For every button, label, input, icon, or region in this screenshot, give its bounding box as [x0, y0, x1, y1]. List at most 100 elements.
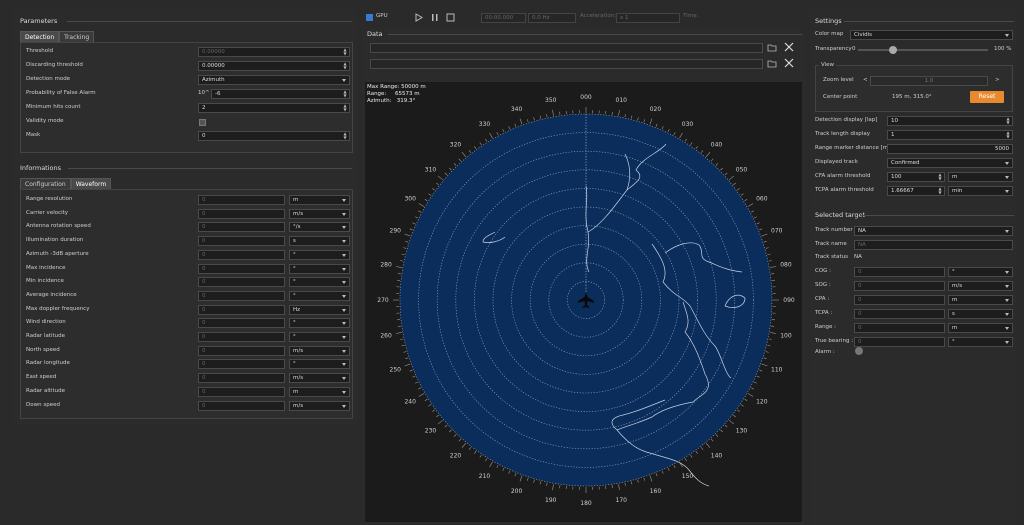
info-unit-select[interactable]: m	[289, 386, 350, 397]
info-value-field[interactable]: 0	[198, 236, 285, 247]
transparency-slider-track[interactable]	[858, 49, 988, 51]
info-unit-select[interactable]: °	[289, 332, 350, 342]
validity-mode-checkbox[interactable]	[199, 119, 206, 126]
frequency-field[interactable]: 0.0 Hz	[528, 13, 576, 23]
data-file-input-2[interactable]	[370, 59, 763, 69]
info-row-label: Illumination duration	[26, 237, 84, 244]
stop-icon[interactable]	[446, 13, 455, 22]
info-unit-select[interactable]: °	[289, 290, 350, 301]
info-unit-select[interactable]: Hz	[289, 304, 350, 315]
info-value-field[interactable]: 0	[198, 263, 285, 274]
acceleration-select[interactable]: x 1	[616, 13, 680, 23]
info-unit-select[interactable]: m/s	[289, 373, 350, 384]
info-value-field[interactable]: 0	[198, 195, 285, 205]
spin-arrows-icon[interactable]: ▲ ▼	[1005, 117, 1011, 125]
info-unit-select[interactable]: °/s	[289, 222, 350, 233]
info-unit-select[interactable]: m/s	[289, 400, 350, 411]
spin-arrows-icon[interactable]: ▲ ▼	[342, 48, 348, 56]
settings-field[interactable]: 1 ▲ ▼	[887, 130, 1013, 140]
settings-field[interactable]: 10 ▲ ▼	[887, 116, 1013, 126]
target-unit-select[interactable]: °	[948, 337, 1013, 347]
target-unit-select[interactable]: s	[948, 309, 1013, 319]
info-value-field[interactable]: 0	[198, 400, 285, 411]
folder-open-icon[interactable]	[767, 59, 777, 68]
detection-field[interactable]: -6 ▲ ▼	[211, 89, 350, 99]
info-value-field[interactable]: 0	[198, 208, 285, 219]
target-value-field[interactable]: 0	[854, 309, 945, 319]
spin-arrows-icon[interactable]: ▲ ▼	[1005, 131, 1011, 139]
transparency-slider-handle[interactable]	[889, 46, 898, 54]
data-file-input-1[interactable]	[370, 43, 763, 53]
zoom-level-field[interactable]: 1.0	[870, 76, 988, 86]
info-value-field[interactable]: 0	[198, 290, 285, 301]
info-unit-select[interactable]: m	[289, 195, 350, 205]
spin-arrows-icon[interactable]: ▲ ▼	[342, 62, 348, 70]
spin-arrows-icon[interactable]: ▲ ▼	[937, 173, 943, 181]
bearing-tick	[690, 454, 693, 458]
detection-field[interactable]: 0 ▲ ▼	[198, 131, 350, 141]
tab-detection[interactable]: Detection	[20, 31, 60, 42]
detection-box: Threshold 0.00000 ▲ ▼ Discarding threshold 0.…	[20, 42, 353, 153]
spin-arrows-icon[interactable]: ▲ ▼	[342, 104, 348, 112]
target-value-field[interactable]: 0	[854, 323, 945, 333]
info-value-field[interactable]: 0	[198, 249, 285, 260]
track-name-field[interactable]: NA	[854, 240, 1013, 250]
detection-field[interactable]: Azimuth	[198, 75, 350, 85]
radar-ppi[interactable]: 000 010 020 030 040 050 060 070 080 090 100 110 120 1…	[365, 82, 802, 522]
close-icon[interactable]	[784, 42, 794, 52]
reset-button[interactable]: Reset	[970, 91, 1004, 103]
info-unit-select[interactable]: °	[289, 249, 350, 260]
close-icon[interactable]	[784, 58, 794, 68]
info-value-field[interactable]: 0	[198, 332, 285, 342]
info-value-field[interactable]: 0	[198, 359, 285, 370]
radar-view[interactable]: 000 010 020 030 040 050 060 070 080 090 100 110 120 1…	[365, 82, 802, 522]
info-value-field[interactable]: 0	[198, 386, 285, 397]
settings-field[interactable]: 5000	[887, 144, 1013, 154]
info-unit-select[interactable]: °	[289, 318, 350, 329]
info-value-field[interactable]: 0	[198, 318, 285, 329]
settings-field[interactable]: 1.66667 ▲ ▼	[887, 186, 945, 196]
info-unit-select[interactable]: °	[289, 359, 350, 370]
settings-unit-select[interactable]: m	[948, 172, 1013, 182]
info-unit-select[interactable]: m/s	[289, 345, 350, 356]
spin-arrows-icon[interactable]: ▲ ▼	[342, 132, 348, 140]
target-unit-select[interactable]: m	[948, 295, 1013, 305]
target-value-field[interactable]: 0	[854, 337, 945, 347]
settings-field[interactable]: Confirmed	[887, 158, 1013, 168]
info-value-field[interactable]: 0	[198, 222, 285, 233]
detection-field[interactable]: 0.00000 ▲ ▼	[198, 61, 350, 71]
tab-tracking[interactable]: Tracking	[59, 31, 95, 42]
bearing-tick	[437, 419, 443, 425]
info-unit-select[interactable]: °	[289, 277, 350, 288]
info-unit-select[interactable]: s	[289, 236, 350, 247]
color-map-select[interactable]: Cividis	[850, 30, 1013, 40]
pause-icon[interactable]	[431, 13, 439, 22]
target-value-field[interactable]: 0	[854, 295, 945, 305]
target-unit-select[interactable]: m/s	[948, 281, 1013, 291]
play-icon[interactable]	[415, 13, 423, 22]
folder-open-icon[interactable]	[767, 43, 777, 52]
info-value-field[interactable]: 0	[198, 304, 285, 315]
info-value-field[interactable]: 0	[198, 373, 285, 384]
detection-field[interactable]: 0.00000 ▲ ▼	[198, 47, 350, 57]
tab-configuration[interactable]: Configuration	[20, 178, 71, 189]
track-number-select[interactable]: NA	[854, 226, 1013, 236]
detection-field[interactable]: 2 ▲ ▼	[198, 103, 350, 113]
zoom-decrease-icon[interactable]: <	[863, 77, 868, 83]
spin-arrows-icon[interactable]: ▲ ▼	[937, 187, 943, 195]
tab-waveform[interactable]: Waveform	[70, 178, 112, 189]
time-field[interactable]: 00:00.000	[481, 13, 526, 23]
info-value-field[interactable]: 0	[198, 277, 285, 288]
info-unit-select[interactable]: m/s	[289, 208, 350, 219]
target-unit-select[interactable]: °	[948, 267, 1013, 277]
spin-arrows-icon[interactable]: ▲ ▼	[342, 90, 348, 98]
target-value-field[interactable]: 0	[854, 267, 945, 277]
settings-unit-select[interactable]: min	[948, 186, 1013, 196]
gpu-checkbox[interactable]	[366, 14, 373, 21]
target-value-field[interactable]: 0	[854, 281, 945, 291]
zoom-increase-icon[interactable]: >	[995, 77, 1000, 83]
settings-field[interactable]: 100 ▲ ▼	[887, 172, 945, 182]
target-unit-select[interactable]: m	[948, 323, 1013, 333]
info-unit-select[interactable]: °	[289, 263, 350, 274]
info-value-field[interactable]: 0	[198, 345, 285, 356]
